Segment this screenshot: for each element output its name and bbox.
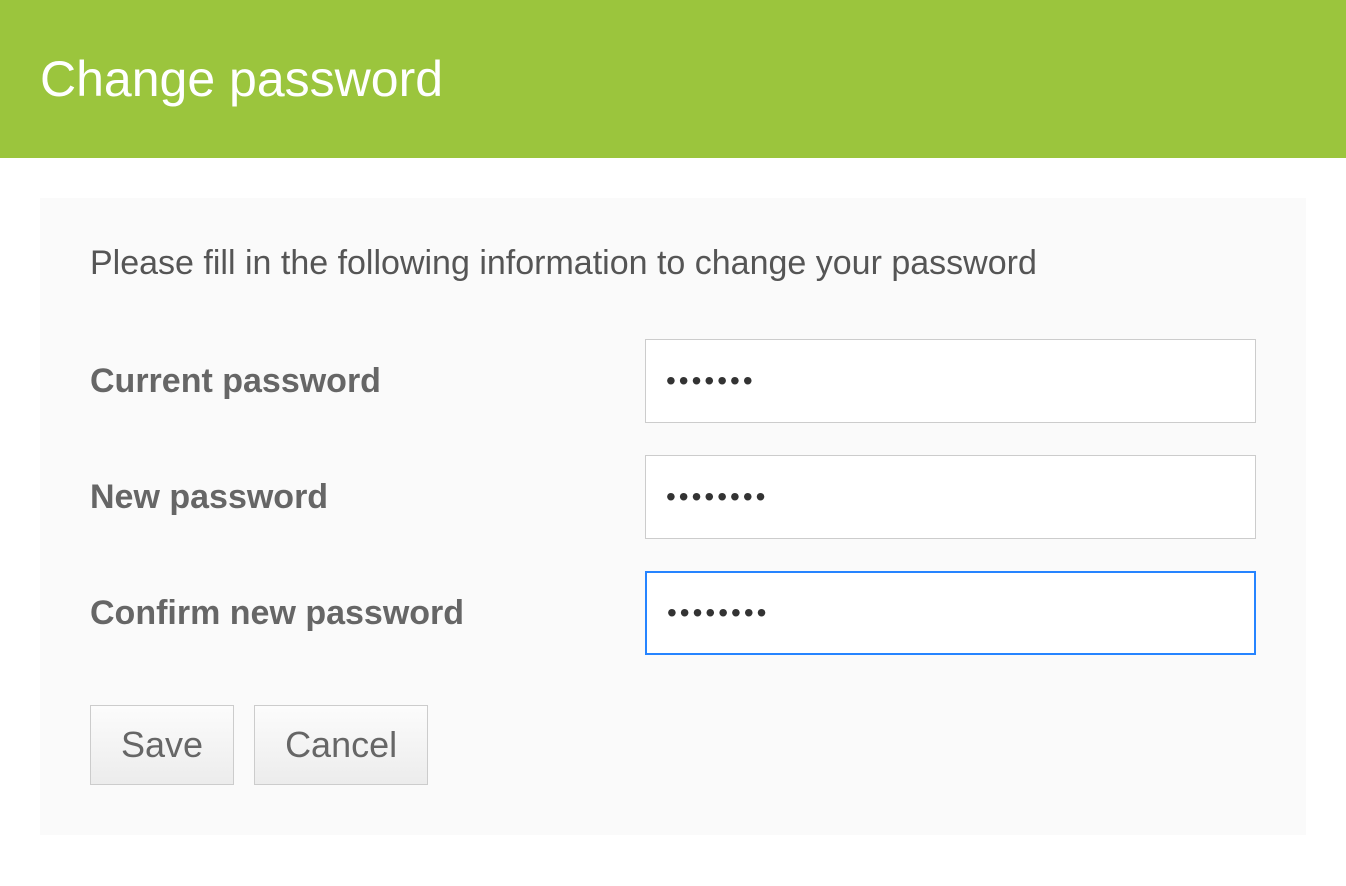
form-instruction: Please fill in the following information… [90, 238, 1256, 289]
button-row: Save Cancel [90, 705, 1256, 785]
confirm-password-label: Confirm new password [90, 594, 645, 633]
new-password-input[interactable] [645, 455, 1256, 539]
new-password-label: New password [90, 478, 645, 517]
save-button[interactable]: Save [90, 705, 234, 785]
page-header: Change password [0, 0, 1346, 158]
page-title: Change password [40, 50, 1306, 108]
current-password-input[interactable] [645, 339, 1256, 423]
current-password-row: Current password [90, 339, 1256, 423]
confirm-password-row: Confirm new password [90, 571, 1256, 655]
current-password-label: Current password [90, 362, 645, 401]
form-panel: Please fill in the following information… [40, 198, 1306, 835]
cancel-button[interactable]: Cancel [254, 705, 428, 785]
confirm-password-input[interactable] [645, 571, 1256, 655]
content-area: Please fill in the following information… [0, 158, 1346, 875]
new-password-row: New password [90, 455, 1256, 539]
